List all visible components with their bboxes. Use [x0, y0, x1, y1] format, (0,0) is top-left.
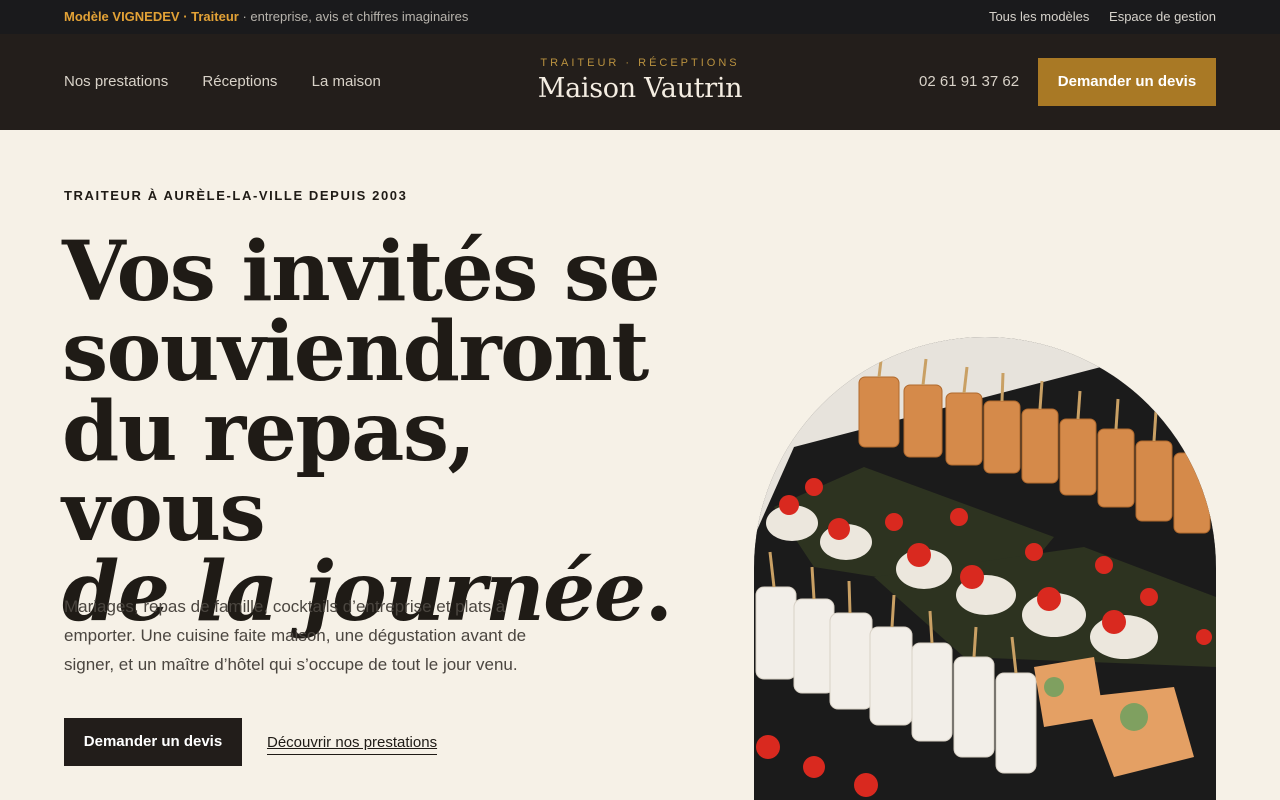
- discover-services-link[interactable]: Découvrir nos prestations: [267, 734, 438, 755]
- top-strip: Modèle VIGNEDEV · Traiteur · entreprise,…: [0, 0, 1280, 34]
- headline-main: Vos invités se souviendront du repas, vo…: [62, 224, 661, 560]
- hero-quote-button[interactable]: Demander un devis: [64, 718, 242, 766]
- headline-period: .: [644, 544, 674, 640]
- site-header: Nos prestations Réceptions La maison TRA…: [0, 34, 1280, 130]
- phone-number[interactable]: 02 61 91 37 62: [919, 73, 1019, 90]
- top-links: Tous les modèles Espace de gestion: [973, 9, 1216, 24]
- hero-eyebrow: TRAITEUR À AURÈLE-LA-VILLE DEPUIS 2003: [64, 188, 408, 203]
- header-quote-button[interactable]: Demander un devis: [1038, 58, 1216, 106]
- all-templates-link[interactable]: Tous les modèles: [989, 9, 1089, 24]
- hero-food-photo: [754, 337, 1216, 800]
- hero-headline: Vos invités se souviendront du repas, vo…: [62, 231, 682, 633]
- template-brand: Modèle VIGNEDEV · Traiteur: [64, 9, 239, 24]
- template-tagline: · entreprise, avis et chiffres imaginair…: [238, 9, 469, 24]
- admin-space-link[interactable]: Espace de gestion: [1109, 9, 1216, 24]
- canape-platter-illustration: [754, 337, 1216, 800]
- hero-lead: Mariages, repas de famille, cocktails d’…: [64, 597, 527, 674]
- template-notice: Modèle VIGNEDEV · Traiteur · entreprise,…: [64, 9, 468, 24]
